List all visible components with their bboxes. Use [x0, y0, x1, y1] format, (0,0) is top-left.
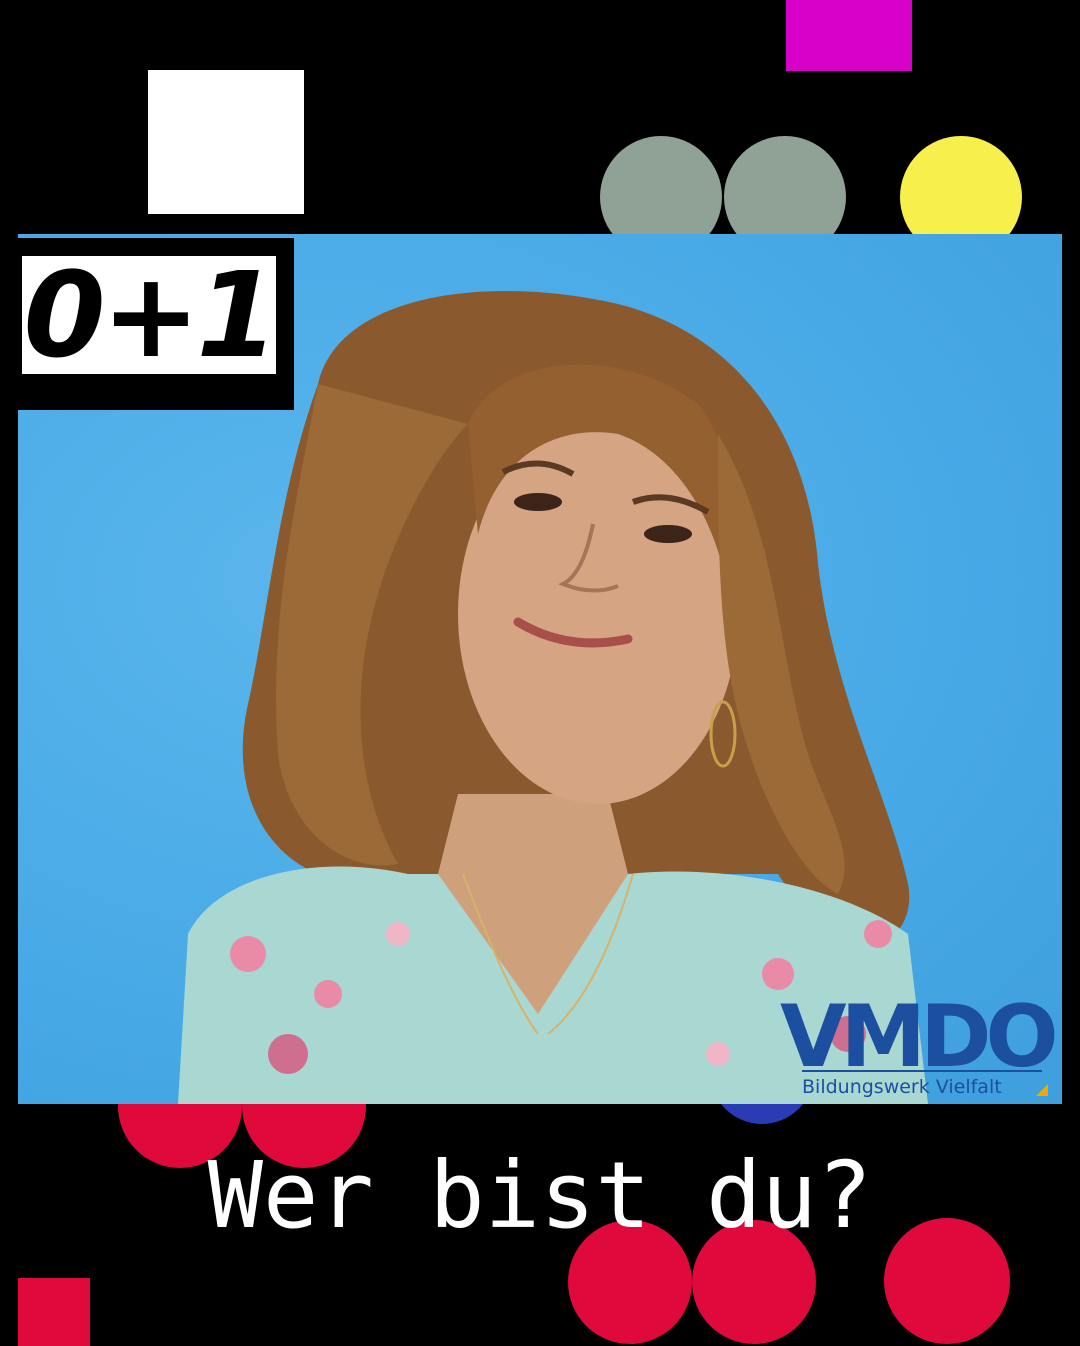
vmdo-logo: VMDO Bildungswerk Vielfalt — [780, 994, 1064, 1106]
logo-subtitle: Bildungswerk Vielfalt — [802, 1076, 1002, 1098]
logo-name: VMDO — [780, 987, 1059, 1087]
badge: 0+1 — [18, 238, 294, 410]
magenta-rectangle-decoration — [786, 0, 912, 71]
red-square-decoration — [18, 1278, 90, 1346]
logo-divider — [802, 1070, 1042, 1072]
headline: Wer bist du? — [207, 1142, 873, 1249]
badge-box: 0+1 — [22, 246, 279, 384]
badge-text: 0+1 — [23, 246, 278, 384]
logo-triangle-icon — [1036, 1084, 1048, 1096]
white-square-decoration — [148, 70, 304, 214]
